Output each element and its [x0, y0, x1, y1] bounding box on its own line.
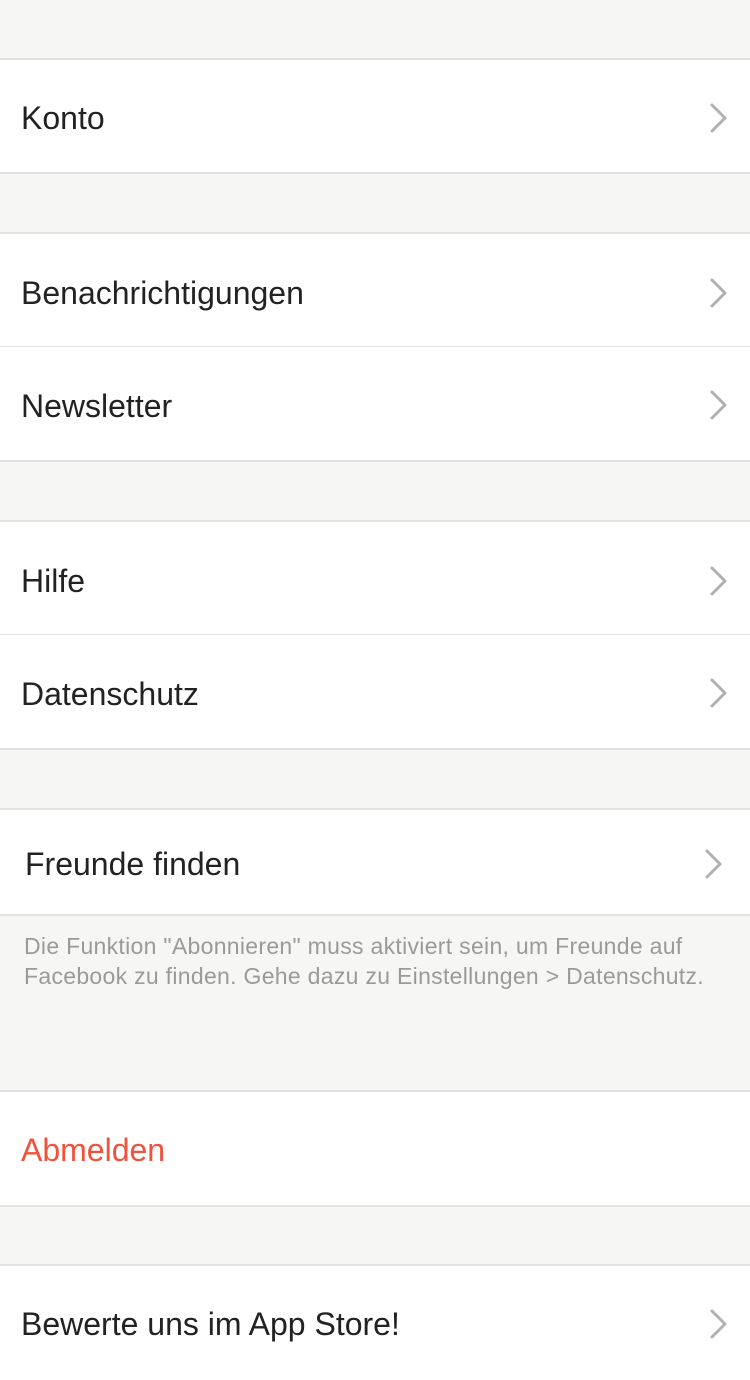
settings-row-rate-app[interactable]: Bewerte uns im App Store!: [0, 1264, 750, 1380]
chevron-right-icon: [708, 389, 730, 421]
chevron-right-icon: [708, 277, 730, 309]
settings-row-label: Benachrichtigungen: [21, 275, 304, 311]
chevron-right-icon: [708, 677, 730, 709]
logout-button[interactable]: Abmelden: [0, 1090, 750, 1207]
chevron-right-icon: [703, 848, 725, 880]
chevron-right-icon: [708, 102, 730, 134]
chevron-right-icon: [708, 565, 730, 597]
settings-row-find-friends[interactable]: Freunde finden: [0, 808, 750, 916]
chevron-right-icon: [708, 1308, 730, 1340]
settings-row-label: Bewerte uns im App Store!: [21, 1306, 400, 1342]
settings-row-privacy[interactable]: Datenschutz: [0, 635, 750, 750]
settings-row-label: Freunde finden: [25, 846, 241, 882]
settings-row-label: Konto: [21, 100, 105, 136]
settings-row-label: Newsletter: [21, 388, 173, 424]
settings-row-account[interactable]: Konto: [0, 58, 750, 174]
settings-row-label: Hilfe: [21, 563, 86, 599]
settings-row-newsletter[interactable]: Newsletter: [0, 347, 750, 462]
find-friends-footnote: Die Funktion "Abonnieren" muss aktiviert…: [24, 933, 704, 989]
settings-row-help[interactable]: Hilfe: [0, 520, 750, 635]
settings-row-notifications[interactable]: Benachrichtigungen: [0, 232, 750, 347]
logout-label: Abmelden: [21, 1132, 166, 1168]
settings-row-label: Datenschutz: [21, 676, 199, 712]
